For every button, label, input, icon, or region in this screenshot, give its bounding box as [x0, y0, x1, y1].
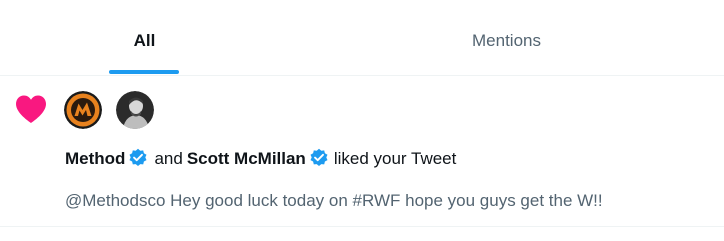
- action-text: liked your Tweet: [333, 149, 457, 168]
- tab-mentions-label: Mentions: [472, 31, 541, 50]
- person-photo-icon: [116, 91, 154, 129]
- avatar-method[interactable]: [64, 91, 102, 129]
- tab-all[interactable]: All: [0, 0, 289, 76]
- liked-tweet-text[interactable]: @Methodsco Hey good luck today on #RWF h…: [65, 190, 603, 212]
- like-notification[interactable]: Method and Scott McMillan liked your Tweet …: [0, 77, 724, 227]
- verified-badge-icon: [310, 148, 328, 166]
- method-logo-icon: [64, 91, 102, 129]
- user-name-scott-mcmillan[interactable]: Scott McMillan: [187, 149, 306, 168]
- tab-all-label: All: [133, 31, 156, 50]
- connector-text: and: [154, 149, 183, 168]
- tab-mentions[interactable]: Mentions: [289, 0, 724, 76]
- avatar-scott-mcmillan[interactable]: [116, 91, 154, 129]
- user-name-method[interactable]: Method: [65, 149, 125, 168]
- tab-selected-indicator: [109, 70, 179, 74]
- verified-badge-icon: [129, 148, 147, 166]
- notification-tabs: All Mentions: [0, 0, 724, 76]
- notification-headline: Method and Scott McMillan liked your Tweet: [65, 148, 456, 170]
- heart-icon: [16, 95, 46, 123]
